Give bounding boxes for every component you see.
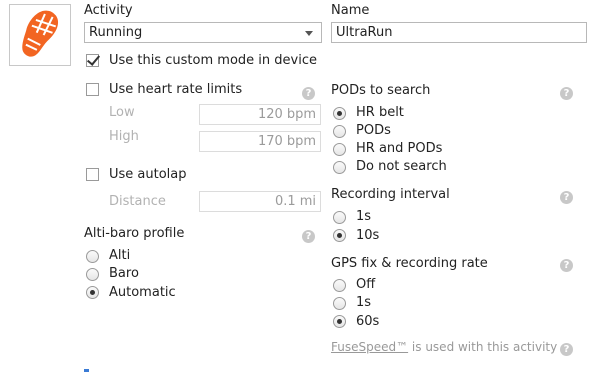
altibaro-radio-alti[interactable] <box>86 250 99 263</box>
custom-mode-checkbox[interactable] <box>86 54 99 67</box>
pods-radio-hr-and-pods[interactable] <box>333 143 346 156</box>
pods-option-do-not-search: Do not search <box>356 159 447 174</box>
heart-rate-help-icon[interactable]: ? <box>302 87 315 100</box>
high-value: 170 <box>258 134 283 149</box>
heart-rate-checkbox[interactable] <box>86 83 99 96</box>
altibaro-help-icon[interactable]: ? <box>302 230 315 243</box>
heart-rate-label: Use heart rate limits <box>109 82 243 97</box>
pods-radio-do-not-search[interactable] <box>333 161 346 174</box>
gps-label: GPS fix & recording rate <box>331 256 488 271</box>
gps-radio-1s[interactable] <box>333 297 346 310</box>
fusespeed-link[interactable]: FuseSpeed™ <box>331 340 408 354</box>
autolap-checkbox[interactable] <box>86 168 99 181</box>
activity-icon-box <box>9 4 71 66</box>
running-shoe-icon <box>22 10 59 57</box>
chevron-down-icon <box>305 31 313 36</box>
high-label: High <box>109 129 139 144</box>
gps-radio-60s[interactable] <box>333 315 346 328</box>
pods-radio-hr-belt[interactable] <box>333 107 346 120</box>
high-unit: bpm <box>286 134 316 149</box>
low-value: 120 <box>258 107 283 122</box>
pods-option-pods: PODs <box>356 123 391 138</box>
pods-label: PODs to search <box>331 83 431 98</box>
pods-help-icon[interactable]: ? <box>560 87 573 100</box>
recording-option-10s: 10s <box>356 228 380 243</box>
high-input[interactable]: 170 bpm <box>199 131 321 152</box>
altibaro-option-automatic: Automatic <box>109 285 176 300</box>
altibaro-option-alti: Alti <box>109 248 131 263</box>
fusespeed-note: FuseSpeed™ is used with this activity <box>331 340 557 354</box>
distance-input[interactable]: 0.1 mi <box>199 191 321 212</box>
altibaro-radio-baro[interactable] <box>86 268 99 281</box>
gps-option-off: Off <box>356 277 376 292</box>
activity-select-value: Running <box>89 25 143 40</box>
recording-option-1s: 1s <box>356 209 372 224</box>
low-input[interactable]: 120 bpm <box>199 104 321 125</box>
activity-label: Activity <box>84 3 133 18</box>
fusespeed-help-icon[interactable]: ? <box>560 343 573 356</box>
gps-radio-off[interactable] <box>333 279 346 292</box>
low-label: Low <box>109 105 135 120</box>
pods-option-hr-and-pods: HR and PODs <box>356 141 443 156</box>
recording-radio-10s[interactable] <box>333 229 346 242</box>
name-label: Name <box>331 3 370 18</box>
altibaro-option-baro: Baro <box>109 266 139 281</box>
name-input-value: UltraRun <box>336 25 393 40</box>
distance-unit: mi <box>299 194 316 209</box>
distance-label: Distance <box>109 194 166 209</box>
altibaro-radio-automatic[interactable] <box>86 286 99 299</box>
gps-option-60s: 60s <box>356 314 380 329</box>
altibaro-label: Alti-baro profile <box>84 226 185 241</box>
gps-option-1s: 1s <box>356 295 372 310</box>
custom-mode-label: Use this custom mode in device <box>109 53 317 68</box>
low-unit: bpm <box>286 107 316 122</box>
recording-label: Recording interval <box>331 187 450 202</box>
pods-option-hr-belt: HR belt <box>356 105 404 120</box>
autolap-label: Use autolap <box>109 167 187 182</box>
activity-select[interactable]: Running <box>84 22 322 43</box>
recording-help-icon[interactable]: ? <box>560 191 573 204</box>
pods-radio-pods[interactable] <box>333 125 346 138</box>
distance-value: 0.1 <box>275 194 296 209</box>
fusespeed-text: is used with this activity <box>408 340 558 354</box>
name-input[interactable]: UltraRun <box>331 22 587 43</box>
gps-help-icon[interactable]: ? <box>560 259 573 272</box>
recording-radio-1s[interactable] <box>333 211 346 224</box>
